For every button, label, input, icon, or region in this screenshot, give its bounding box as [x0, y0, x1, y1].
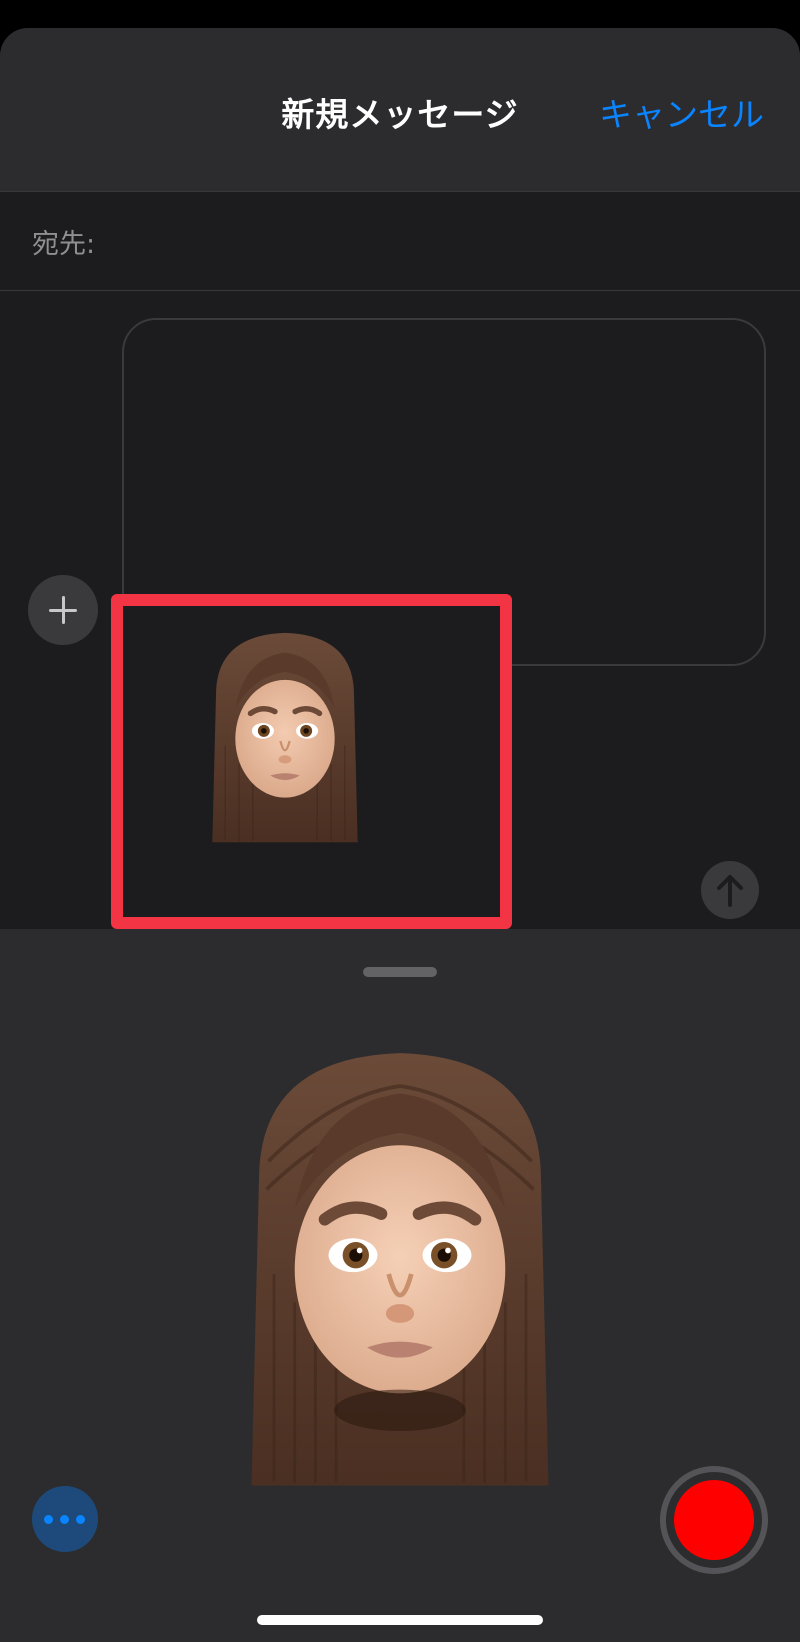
home-indicator — [257, 1615, 543, 1625]
memoji-live-preview — [251, 1053, 549, 1486]
send-button[interactable] — [701, 861, 759, 919]
recipient-label: 宛先: — [32, 229, 96, 260]
memoji-sticker-highlight[interactable] — [111, 594, 512, 929]
cancel-button[interactable]: キャンセル — [599, 88, 764, 136]
navigation-bar: 新規メッセージ キャンセル — [0, 28, 800, 192]
memoji-sticker — [123, 606, 500, 917]
add-attachment-button[interactable] — [28, 575, 98, 645]
drawer-grabber[interactable] — [363, 967, 437, 977]
record-icon — [674, 1480, 754, 1560]
record-button[interactable] — [660, 1466, 768, 1574]
recipient-field[interactable]: 宛先: — [0, 192, 800, 291]
arrow-up-icon — [717, 875, 743, 907]
memoji-sticker-image — [212, 632, 358, 843]
more-options-button[interactable] — [32, 1486, 98, 1552]
